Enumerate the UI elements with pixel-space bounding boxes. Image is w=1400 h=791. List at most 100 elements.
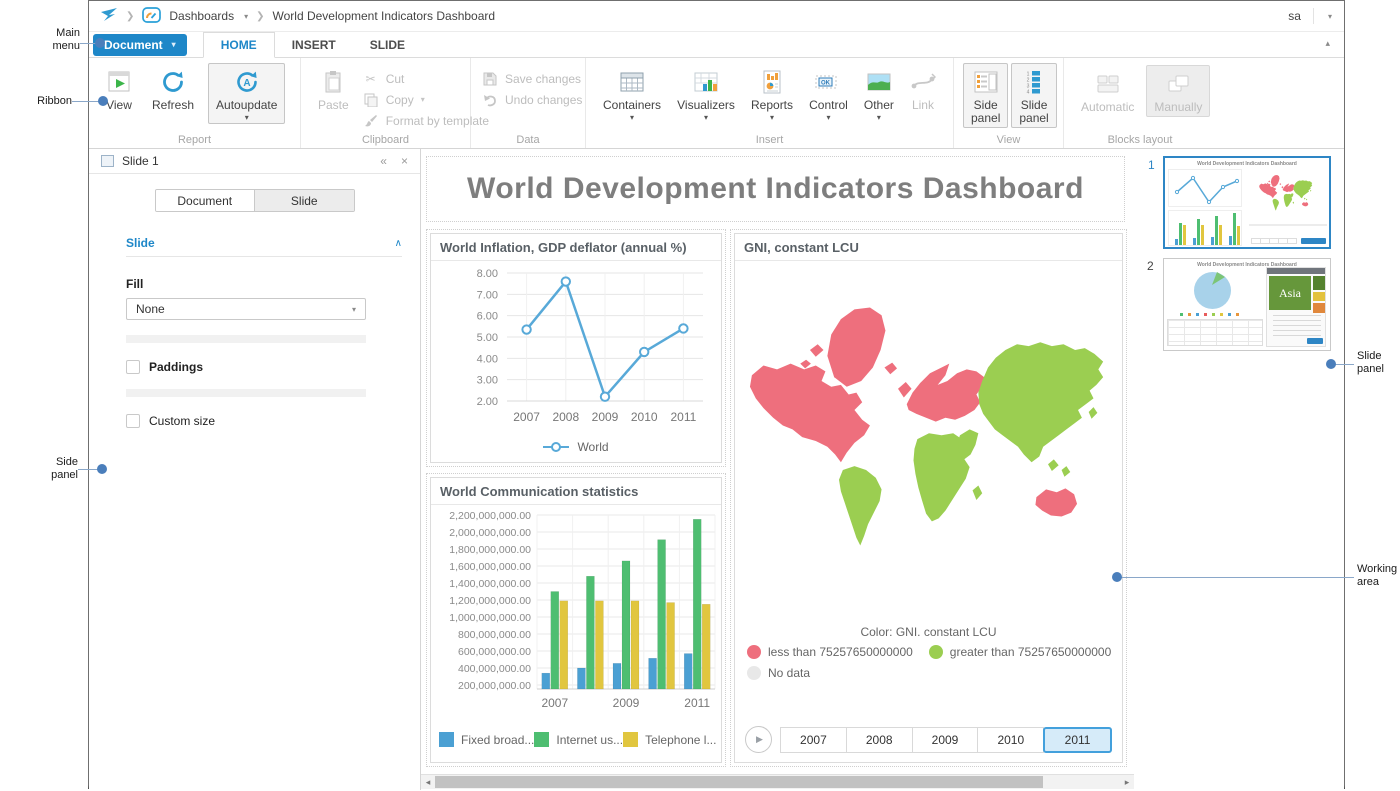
custom-size-checkbox[interactable]	[126, 414, 140, 428]
group-label-data: Data	[471, 134, 585, 146]
annotation-dot	[98, 96, 108, 106]
thumb-pie-wedge	[1211, 271, 1227, 285]
svg-text:800,000,000.00: 800,000,000.00	[458, 629, 531, 641]
tab-slide[interactable]: SLIDE	[353, 32, 422, 58]
year-button-2009[interactable]: 2009	[912, 727, 979, 753]
breadcrumb-separator-icon: ❯	[126, 11, 134, 22]
slide-panel-icon: 1234	[1023, 68, 1045, 96]
reports-button[interactable]: Reports ▾	[743, 63, 801, 124]
thumb-map	[1245, 168, 1327, 222]
tab-slide-properties[interactable]: Slide	[254, 190, 354, 211]
chevron-down-icon: ▾	[245, 115, 249, 121]
paste-button[interactable]: Paste	[310, 63, 357, 115]
annotation-dot	[1326, 359, 1336, 369]
svg-text:1,400,000,000.00: 1,400,000,000.00	[449, 578, 531, 590]
group-label-view: View	[954, 134, 1063, 146]
legend-series-fixed-broadband: Fixed broad...	[461, 733, 534, 747]
tab-home[interactable]: HOME	[203, 32, 275, 58]
slide-1-thumbnail[interactable]: World Development Indicators Dashboard	[1163, 156, 1331, 249]
scrollbar-thumb[interactable]	[435, 776, 1043, 788]
fill-label: Fill	[126, 277, 420, 291]
group-label-report: Report	[89, 134, 300, 146]
visualizers-button[interactable]: Visualizers ▾	[669, 63, 743, 124]
year-button-2008[interactable]: 2008	[846, 727, 913, 753]
ribbon-group-blocks-layout: Automatic Manually Blocks layout	[1064, 58, 1216, 148]
slide-icon	[101, 155, 114, 167]
visualizers-icon	[693, 68, 719, 96]
tab-insert[interactable]: INSERT	[275, 32, 353, 58]
dashboard-title-block[interactable]: World Development Indicators Dashboard	[426, 156, 1125, 222]
autoupdate-button[interactable]: A Autoupdate ▾	[208, 63, 285, 124]
other-button[interactable]: Other ▾	[856, 63, 902, 124]
app-window: ❯ Dashboards ▾ ❯ World Development Indic…	[88, 0, 1345, 789]
scroll-right-icon[interactable]: ▸	[1120, 775, 1134, 789]
document-menu-label: Document	[104, 38, 163, 52]
collapse-panel-icon[interactable]: «	[380, 154, 387, 168]
breadcrumb: ❯ Dashboards ▾ ❯ World Development Indic…	[89, 1, 1344, 32]
containers-button[interactable]: Containers ▾	[595, 63, 669, 124]
bar-chart-legend: Fixed broad... Internet us... Telephone …	[431, 726, 721, 747]
svg-text:2,200,000,000.00: 2,200,000,000.00	[449, 510, 531, 522]
paste-label: Paste	[318, 99, 349, 112]
document-menu-button[interactable]: Document ▾	[93, 34, 187, 56]
cut-icon: ✂	[363, 72, 379, 86]
manually-layout-button[interactable]: Manually	[1146, 65, 1210, 117]
horizontal-scrollbar[interactable]: ◂ ▸	[421, 774, 1134, 789]
slide-panel: 1 World Development Indicators Dashboard	[1134, 149, 1344, 790]
world-map[interactable]	[735, 261, 1122, 621]
slide-2-number: 2	[1147, 259, 1154, 273]
thumb-table	[1167, 319, 1263, 346]
thumb-title: World Development Indicators Dashboard	[1165, 161, 1329, 167]
ribbon-group-data: Save changes Undo changes Data	[471, 58, 586, 148]
slide-2-thumbnail[interactable]: World Development Indicators Dashboard A…	[1163, 258, 1331, 351]
paddings-checkbox[interactable]	[126, 360, 140, 374]
year-button-2011[interactable]: 2011	[1043, 727, 1112, 753]
svg-text:600,000,000.00: 600,000,000.00	[458, 646, 531, 658]
working-area: World Development Indicators Dashboard W…	[421, 149, 1134, 790]
user-menu-caret-icon[interactable]: ▾	[1328, 12, 1332, 21]
scroll-left-icon[interactable]: ◂	[421, 775, 435, 789]
fill-select[interactable]: None ▾	[126, 298, 366, 320]
legend-series-internet-users: Internet us...	[556, 733, 623, 747]
save-changes-button[interactable]: Save changes	[482, 72, 582, 86]
control-label: Control	[809, 99, 848, 112]
legend-label-greater-than: greater than 75257650000000	[950, 645, 1111, 659]
ribbon-group-view: Side panel 1234 Slide panel View	[954, 58, 1064, 148]
containers-label: Containers	[603, 99, 661, 112]
line-chart-block[interactable]: World Inflation, GDP deflator (annual %)…	[426, 229, 726, 467]
svg-text:2011: 2011	[684, 696, 710, 710]
play-button[interactable]: ▶	[745, 726, 772, 753]
map-block[interactable]: GNI, constant LCU Color: GNI. constant L…	[730, 229, 1127, 767]
close-panel-icon[interactable]: ×	[401, 154, 408, 168]
user-name[interactable]: sa	[1288, 9, 1301, 23]
undo-changes-button[interactable]: Undo changes	[482, 93, 582, 107]
view-icon	[106, 68, 132, 96]
slide-panel-toggle-button[interactable]: 1234 Slide panel	[1011, 63, 1056, 128]
svg-text:7.00: 7.00	[477, 289, 498, 301]
side-panel-toggle-button[interactable]: Side panel	[963, 63, 1008, 128]
thumb-tile-orange	[1313, 303, 1325, 313]
refresh-button[interactable]: Refresh	[144, 63, 202, 115]
bar-chart-block[interactable]: World Communication statistics 2,200,000…	[426, 473, 726, 767]
automatic-layout-button[interactable]: Automatic	[1073, 65, 1142, 117]
view-button[interactable]: View	[98, 63, 140, 115]
thumb-year-buttons	[1251, 238, 1297, 244]
collapse-ribbon-icon[interactable]: ▴	[1325, 38, 1330, 49]
breadcrumb-separator-icon: ❯	[256, 11, 264, 22]
dashboards-dropdown-icon[interactable]: ▾	[244, 12, 248, 21]
autoupdate-label: Autoupdate	[216, 99, 277, 112]
thumb-line-chart	[1168, 169, 1242, 207]
chevron-down-icon: ▾	[826, 115, 830, 121]
divider-bar	[126, 389, 366, 397]
thumb-asia-image: Asia	[1269, 276, 1311, 310]
collapse-section-icon[interactable]: ∧	[395, 238, 402, 249]
breadcrumb-dashboards[interactable]: Dashboards	[169, 9, 234, 23]
refresh-icon	[160, 68, 186, 96]
control-button[interactable]: OK Control ▾	[801, 63, 856, 124]
year-button-2007[interactable]: 2007	[780, 727, 847, 753]
link-button[interactable]: Link	[902, 63, 944, 115]
tab-document-properties[interactable]: Document	[156, 190, 255, 211]
year-button-2010[interactable]: 2010	[977, 727, 1044, 753]
svg-text:200,000,000.00: 200,000,000.00	[458, 680, 531, 692]
view-label: View	[106, 99, 132, 112]
